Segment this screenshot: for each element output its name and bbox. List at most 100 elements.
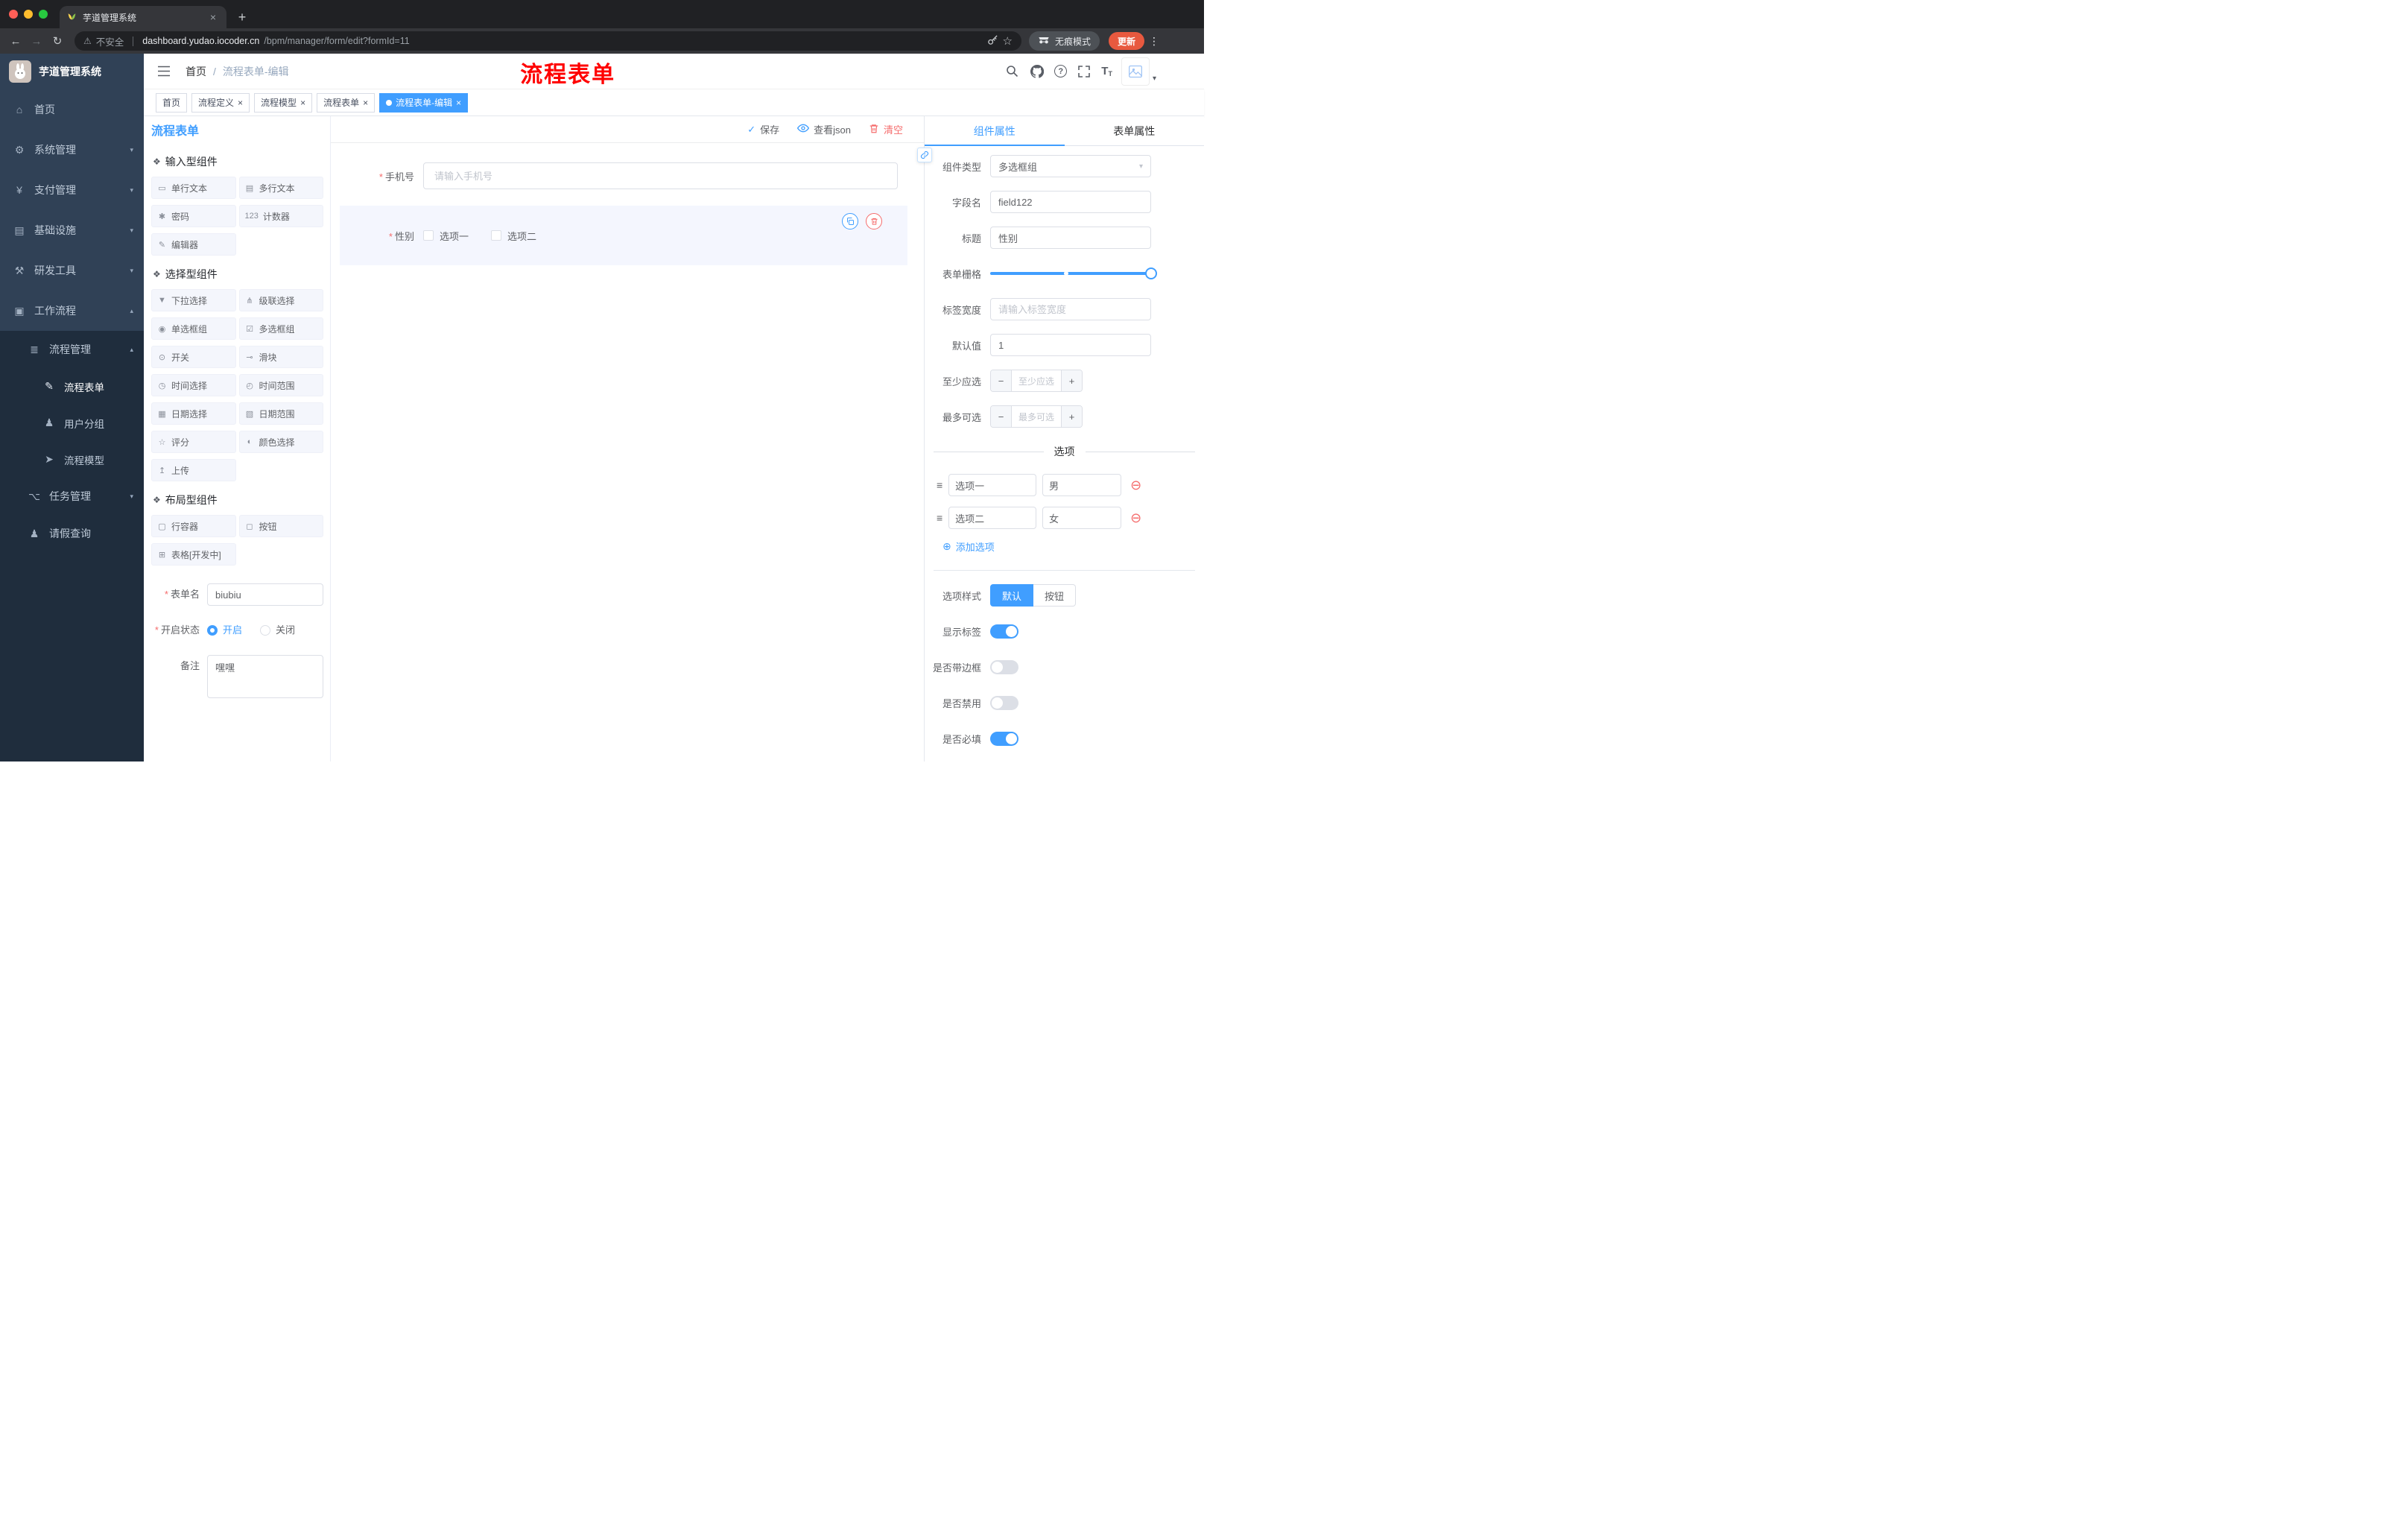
grid-slider[interactable] bbox=[990, 262, 1157, 285]
sidebar-item-devtools[interactable]: ⚒ 研发工具 ▾ bbox=[0, 250, 144, 291]
browser-menu-icon[interactable] bbox=[1146, 35, 1162, 48]
disabled-switch[interactable] bbox=[990, 696, 1018, 710]
gender-option1-checkbox[interactable]: 选项一 bbox=[423, 229, 469, 243]
tag-home[interactable]: 首页 bbox=[156, 92, 188, 113]
save-button[interactable]: 保存 bbox=[747, 122, 779, 136]
fullscreen-icon[interactable] bbox=[1076, 63, 1092, 80]
sidebar-item-workflow[interactable]: ▣ 工作流程 ▴ bbox=[0, 291, 144, 331]
palette-item-multi-text[interactable]: ▤ 多行文本 bbox=[238, 177, 323, 199]
palette-item-button[interactable]: ◻ 按钮 bbox=[238, 515, 323, 537]
option2-name-input[interactable] bbox=[948, 507, 1037, 529]
palette-item-editor[interactable]: ✎ 编辑器 bbox=[151, 233, 236, 256]
forward-button[interactable] bbox=[27, 31, 46, 51]
reload-button[interactable] bbox=[48, 31, 67, 51]
new-tab-button[interactable] bbox=[232, 7, 252, 27]
form-name-input[interactable] bbox=[207, 583, 323, 606]
close-icon[interactable] bbox=[300, 98, 305, 108]
sidebar-item-process-model[interactable]: ➤ 流程模型 bbox=[0, 441, 144, 478]
required-switch[interactable] bbox=[990, 732, 1018, 746]
status-off-radio[interactable]: 关闭 bbox=[260, 619, 295, 642]
help-icon[interactable] bbox=[1054, 65, 1068, 77]
view-json-button[interactable]: 查看json bbox=[797, 122, 851, 136]
tag-process-definition[interactable]: 流程定义 bbox=[191, 92, 250, 113]
breadcrumb-home[interactable]: 首页 bbox=[186, 64, 206, 79]
close-icon[interactable] bbox=[363, 98, 368, 108]
palette-item-time-picker[interactable]: ◷ 时间选择 bbox=[151, 374, 236, 396]
gender-option2-checkbox[interactable]: 选项二 bbox=[491, 229, 536, 243]
default-value-input[interactable] bbox=[990, 334, 1151, 356]
palette-item-slider[interactable]: ⊸ 滑块 bbox=[238, 346, 323, 368]
palette-item-upload[interactable]: ↥ 上传 bbox=[151, 459, 236, 481]
border-switch[interactable] bbox=[990, 660, 1018, 674]
minus-button[interactable] bbox=[991, 370, 1012, 391]
sidebar-item-home[interactable]: ⌂ 首页 bbox=[0, 89, 144, 130]
app-logo[interactable]: 芋道管理系统 bbox=[0, 54, 144, 89]
remove-option-icon[interactable] bbox=[1130, 478, 1141, 492]
add-option-button[interactable]: 添加选项 bbox=[942, 539, 1204, 554]
tab-close-icon[interactable] bbox=[207, 11, 219, 23]
palette-item-date-range[interactable]: ▧ 日期范围 bbox=[238, 402, 323, 425]
palette-item-counter[interactable]: 123 计数器 bbox=[238, 205, 323, 227]
phone-field-row[interactable]: 手机号 bbox=[340, 162, 924, 189]
form-remark-textarea[interactable]: 嘿嘿 bbox=[207, 655, 323, 698]
option1-name-input[interactable] bbox=[948, 474, 1037, 496]
sidebar-item-infrastructure[interactable]: ▤ 基础设施 ▾ bbox=[0, 210, 144, 250]
minimize-window-button[interactable] bbox=[24, 10, 33, 19]
bookmark-star-icon[interactable] bbox=[1003, 34, 1013, 48]
minus-button[interactable] bbox=[991, 406, 1012, 427]
github-icon[interactable] bbox=[1029, 63, 1045, 80]
close-window-button[interactable] bbox=[9, 10, 18, 19]
sidebar-item-payment[interactable]: ¥ 支付管理 ▾ bbox=[0, 170, 144, 210]
search-icon[interactable] bbox=[1004, 63, 1020, 80]
palette-item-single-text[interactable]: ▭ 单行文本 bbox=[151, 177, 236, 199]
remove-option-icon[interactable] bbox=[1130, 511, 1141, 525]
show-label-switch[interactable] bbox=[990, 624, 1018, 639]
palette-item-rate[interactable]: ☆ 评分 bbox=[151, 431, 236, 453]
title-input[interactable] bbox=[990, 227, 1151, 249]
font-size-icon[interactable] bbox=[1101, 65, 1112, 77]
copy-widget-button[interactable] bbox=[842, 213, 858, 229]
sidebar-item-task-management[interactable]: ⌥ 任务管理 ▾ bbox=[0, 478, 144, 515]
sidebar-item-leave-query[interactable]: ♟ 请假查询 bbox=[0, 515, 144, 552]
tag-process-form[interactable]: 流程表单 bbox=[317, 92, 376, 113]
sidebar-item-process-form[interactable]: ✎ 流程表单 bbox=[0, 368, 144, 405]
sidebar-item-system[interactable]: ⚙ 系统管理 ▾ bbox=[0, 130, 144, 170]
slider-handle[interactable] bbox=[1145, 267, 1157, 279]
palette-item-select[interactable]: ▼ 下拉选择 bbox=[151, 289, 236, 311]
delete-widget-button[interactable] bbox=[866, 213, 882, 229]
browser-tab[interactable]: 芋道管理系统 bbox=[60, 6, 226, 28]
option2-value-input[interactable] bbox=[1042, 507, 1122, 529]
sidebar-item-user-group[interactable]: ♟ 用户分组 bbox=[0, 405, 144, 441]
sidebar-item-process-management[interactable]: ≣ 流程管理 ▴ bbox=[0, 331, 144, 368]
plus-button[interactable] bbox=[1061, 406, 1082, 427]
user-avatar-dropdown[interactable] bbox=[1121, 57, 1156, 86]
palette-item-row-container[interactable]: ▢ 行容器 bbox=[151, 515, 236, 537]
max-select-value[interactable]: 最多可选 bbox=[1012, 406, 1061, 427]
option1-value-input[interactable] bbox=[1042, 474, 1122, 496]
tab-component-props[interactable]: 组件属性 bbox=[925, 116, 1065, 146]
phone-input[interactable] bbox=[423, 162, 898, 189]
palette-item-switch[interactable]: ⊙ 开关 bbox=[151, 346, 236, 368]
tag-process-model[interactable]: 流程模型 bbox=[254, 92, 313, 113]
style-button-button[interactable]: 按钮 bbox=[1033, 584, 1077, 607]
close-icon[interactable] bbox=[238, 98, 243, 108]
sidebar-collapse-icon[interactable] bbox=[156, 63, 172, 80]
link-icon[interactable] bbox=[917, 148, 932, 162]
min-select-value[interactable]: 至少应选 bbox=[1012, 370, 1061, 391]
tab-form-props[interactable]: 表单属性 bbox=[1065, 116, 1205, 145]
gender-widget-selected[interactable]: 性别 选项一 选项二 bbox=[340, 206, 907, 265]
close-icon[interactable] bbox=[456, 98, 461, 108]
field-name-input[interactable] bbox=[990, 191, 1151, 213]
palette-item-time-range[interactable]: ◴ 时间范围 bbox=[238, 374, 323, 396]
palette-item-password[interactable]: ✱ 密码 bbox=[151, 205, 236, 227]
palette-item-radio-group[interactable]: ◉ 单选框组 bbox=[151, 317, 236, 340]
clear-button[interactable]: 清空 bbox=[869, 122, 903, 136]
zoom-window-button[interactable] bbox=[39, 10, 48, 19]
plus-button[interactable] bbox=[1061, 370, 1082, 391]
palette-item-date-picker[interactable]: ▦ 日期选择 bbox=[151, 402, 236, 425]
password-key-icon[interactable] bbox=[987, 34, 998, 48]
component-type-select[interactable]: 多选框组 bbox=[990, 155, 1151, 177]
drag-handle-icon[interactable] bbox=[937, 512, 942, 524]
palette-item-table[interactable]: ⊞ 表格[开发中] bbox=[151, 543, 236, 566]
browser-update-button[interactable]: 更新 bbox=[1108, 32, 1144, 50]
